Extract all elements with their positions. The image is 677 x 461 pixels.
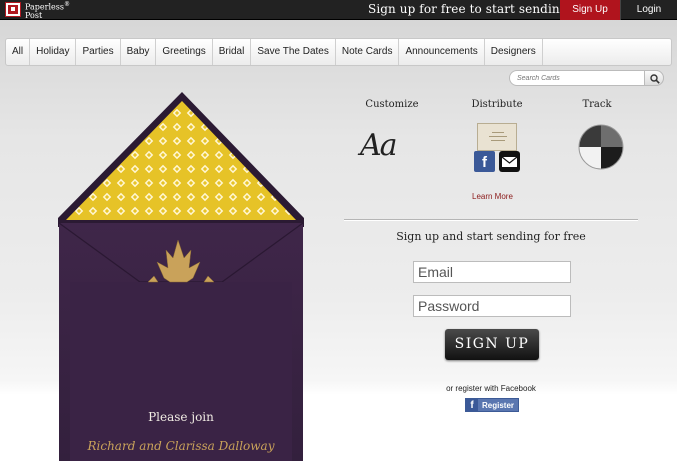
distribute-icon-group: f <box>474 123 522 175</box>
nav-item-baby[interactable]: Baby <box>121 39 157 65</box>
card-thumbnail-icon <box>477 123 517 151</box>
nav-item-save-the-dates[interactable]: Save The Dates <box>251 39 336 65</box>
learn-more-link[interactable]: Learn More <box>472 192 513 201</box>
customize-glyph: Aa <box>360 128 398 163</box>
facebook-register-button[interactable]: f Register <box>465 398 519 412</box>
top-bar: Paperless® Post Sign up for free to star… <box>0 0 677 20</box>
search-bar <box>509 70 664 86</box>
nav-item-designers[interactable]: Designers <box>485 39 543 65</box>
feature-distribute-title: Distribute <box>471 99 523 110</box>
section-divider <box>344 219 638 220</box>
email-field[interactable] <box>413 261 571 283</box>
search-icon <box>650 74 660 84</box>
nav-item-holiday[interactable]: Holiday <box>30 39 77 65</box>
nav-item-parties[interactable]: Parties <box>76 39 121 65</box>
search-input[interactable] <box>517 72 642 84</box>
facebook-logo-icon: f <box>466 399 478 411</box>
search-button[interactable] <box>644 70 664 86</box>
signup-submit-button[interactable]: SIGN UP <box>445 329 539 360</box>
card-please-join: Please join <box>148 410 214 424</box>
feature-customize-title: Customize <box>365 99 419 110</box>
logo-text: Paperless® Post <box>25 1 85 20</box>
pie-chart-icon <box>577 123 625 171</box>
nav-item-note-cards[interactable]: Note Cards <box>336 39 400 65</box>
topbar-login-button[interactable]: Login <box>620 0 677 20</box>
nav-item-all[interactable]: All <box>6 39 31 65</box>
logo-registered-mark: ® <box>63 1 70 8</box>
nav-item-announcements[interactable]: Announcements <box>399 39 485 65</box>
topbar-signup-button[interactable]: Sign Up <box>560 0 620 20</box>
nav-item-greetings[interactable]: Greetings <box>156 39 213 65</box>
signup-headline: Sign up and start sending for free <box>396 230 586 243</box>
category-nav: All Holiday Parties Baby Greetings Brida… <box>5 38 672 66</box>
logo-text-line2: Post <box>25 10 43 20</box>
envelope-illustration <box>58 92 304 461</box>
facebook-register-label: Register <box>482 401 515 410</box>
topbar-tagline[interactable]: Sign up for free to start sending <box>368 2 568 16</box>
password-field[interactable] <box>413 295 571 317</box>
email-icon <box>499 151 520 172</box>
feature-track-title: Track <box>582 99 612 110</box>
facebook-icon: f <box>474 151 495 172</box>
logo-mark-icon <box>5 2 21 17</box>
card-host-names: Richard and Clarissa Dalloway <box>87 439 275 453</box>
paperless-post-logo[interactable]: Paperless® Post <box>5 1 85 19</box>
facebook-register-prompt: or register with Facebook <box>446 384 536 393</box>
featured-card-envelope[interactable]: Please join Richard and Clarissa Dallowa… <box>58 92 304 461</box>
nav-item-bridal[interactable]: Bridal <box>213 39 252 65</box>
